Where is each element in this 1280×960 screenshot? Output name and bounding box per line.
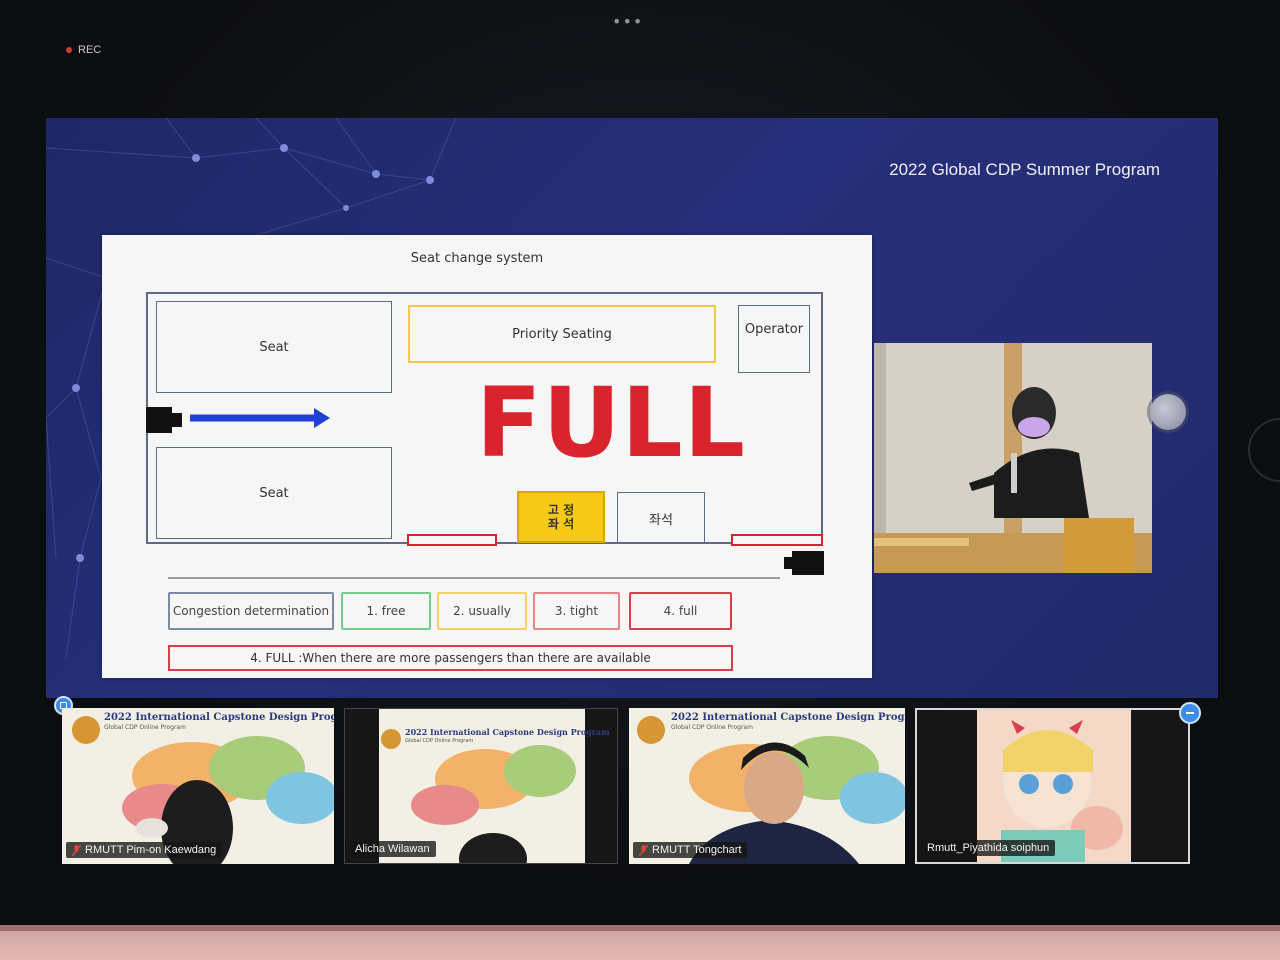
participant-name-label: RMUTT Tongchart [633,842,748,858]
tile-banner-sub: Global CDP Online Program [104,724,186,731]
recording-label: REC [78,44,102,56]
participant-name-label: RMUTT Pim-on Kaewdang [66,842,223,858]
slide-title: Seat change system [410,251,544,266]
door-left [407,534,497,546]
tile-banner-sub: Global CDP Online Program [405,738,474,744]
door-right [731,534,823,546]
participant-name-label: Alicha Wilawan [349,841,436,857]
tile-banner: 2022 International Capstone Design Progr… [405,727,610,737]
legend-congestion: Congestion determination [168,592,334,630]
priority-seating-box: Priority Seating [408,305,716,363]
record-dot-icon [66,47,72,53]
participant-name: Alicha Wilawan [355,843,430,855]
virtual-background-graphic [637,716,905,864]
tile-banner: 2022 International Capstone Design Progr… [104,712,334,723]
legend-tight: 3. tight [533,592,620,630]
tile-banner-sub: Global CDP Online Program [671,724,753,731]
participant-name: RMUTT Pim-on Kaewdang [85,844,217,856]
seat-bottom-box: Seat [156,447,392,539]
mic-muted-icon [72,844,81,856]
seat-top-box: Seat [156,301,392,393]
participant-tile[interactable]: Rmutt_Piyathida soiphun [915,708,1190,864]
participant-name: Rmutt_Piyathida soiphun [927,842,1050,854]
full-definition-note: 4. FULL :When there are more passengers … [168,645,733,671]
program-title: 2022 Global CDP Summer Program [889,160,1160,179]
speaker-video[interactable] [874,343,1152,573]
fixed-seat-label-line1: 고 정 [547,503,575,517]
participant-tile[interactable]: 2022 International Capstone Design Progr… [62,708,334,864]
recording-indicator: REC [66,44,101,56]
legend-full: 4. full [629,592,732,630]
camera-icon [146,407,182,433]
floating-assistive-button[interactable] [1150,394,1186,430]
virtual-background-graphic [72,716,334,864]
full-status-text: FULL [476,367,746,479]
tablet-case-edge [0,925,1280,960]
participant-tile[interactable]: 2022 International Capstone Design Progr… [629,708,905,864]
speaker-scene-graphic [874,343,1152,573]
participant-name-label: Rmutt_Piyathida soiphun [921,840,1056,856]
tile-banner: 2022 International Capstone Design Progr… [671,712,905,723]
participant-tile[interactable]: 2022 International Capstone Design Progr… [344,708,618,864]
participant-name: RMUTT Tongchart [652,844,742,856]
more-options-icon[interactable]: ••• [612,12,643,31]
fixed-seat-box: 고 정 좌 석 [517,491,605,543]
legend-free: 1. free [341,592,431,630]
fixed-seat-label-line2: 좌 석 [547,517,575,531]
fixed-seat-label: 고 정 좌 석 [548,503,574,531]
presentation-slide: Seat change system Seat Seat Priority Se… [102,235,872,678]
camera-icon [784,551,824,575]
direction-arrow-icon [190,408,330,428]
divider-line [168,577,780,579]
seat-korean-box: 좌석 [617,492,705,544]
operator-box: Operator [738,305,810,373]
minimize-icon[interactable] [1179,702,1201,724]
legend-usually: 2. usually [437,592,527,630]
mic-muted-icon [639,844,648,856]
